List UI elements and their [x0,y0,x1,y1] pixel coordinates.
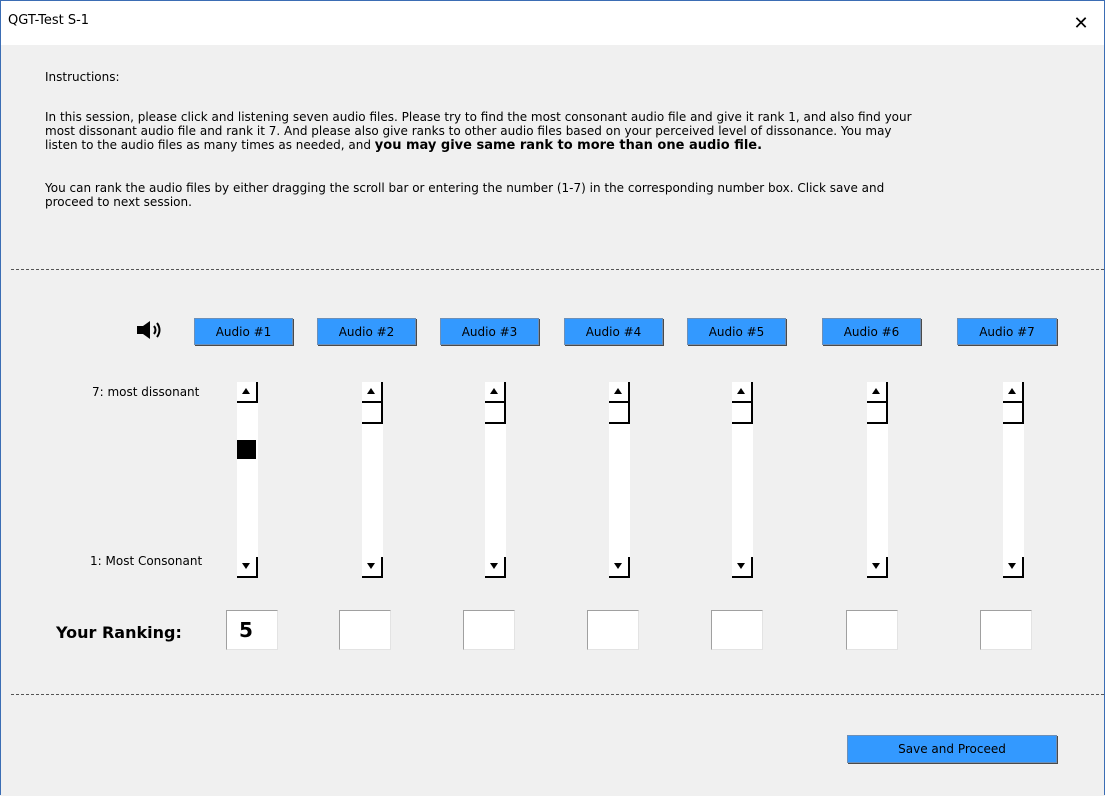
instructions-paragraph-2: You can rank the audio files by either d… [45,181,884,209]
scroll-thumb[interactable] [485,403,506,424]
scale-bottom-label: 1: Most Consonant [90,554,203,568]
instructions-line: most dissonant audio file and rank it 7.… [45,124,892,138]
rank-input-2[interactable] [339,610,391,650]
scroll-up-arrow[interactable] [1003,382,1024,403]
rank-scrollbar-1[interactable] [237,382,258,578]
window-title: QGT-Test S-1 [8,13,90,28]
scroll-thumb[interactable] [732,403,753,424]
dialog-window: QGT-Test S-1 ✕ Instructions: In this ses… [0,0,1105,795]
instructions-line: In this session, please click and listen… [45,110,912,124]
instructions-heading: Instructions: [45,70,120,84]
down-arrow-icon [614,563,622,569]
scroll-up-arrow[interactable] [867,382,888,403]
scroll-up-arrow[interactable] [362,382,383,403]
down-arrow-icon [367,563,375,569]
bottom-divider [11,694,1104,695]
up-arrow-icon [367,388,375,394]
instructions-line: You can rank the audio files by either d… [45,181,885,195]
instructions-line: listen to the audio files as many times … [45,138,912,153]
audio-4-button[interactable]: Audio #4 [564,318,663,345]
rank-scrollbar-4[interactable] [609,382,630,578]
up-arrow-icon [737,388,745,394]
scroll-down-arrow[interactable] [237,557,258,578]
rank-input-1[interactable] [226,610,278,650]
up-arrow-icon [872,388,880,394]
down-arrow-icon [1008,563,1016,569]
title-bar: QGT-Test S-1 ✕ [1,1,1104,45]
scroll-thumb[interactable] [1003,403,1024,424]
your-ranking-label: Your Ranking: [56,623,182,642]
scroll-thumb[interactable] [867,403,888,424]
audio-7-button[interactable]: Audio #7 [957,318,1057,345]
rank-scrollbar-7[interactable] [1003,382,1024,578]
up-arrow-icon [1008,388,1016,394]
up-arrow-icon [614,388,622,394]
instructions-emphasis: you may give same rank to more than one … [374,138,763,153]
rank-scrollbar-6[interactable] [867,382,888,578]
audio-5-button[interactable]: Audio #5 [687,318,786,345]
scroll-thumb[interactable] [609,403,630,424]
down-arrow-icon [490,563,498,569]
rank-input-4[interactable] [587,610,639,650]
instructions-paragraph-1: In this session, please click and listen… [45,110,912,153]
scroll-down-arrow[interactable] [732,557,753,578]
rank-scrollbar-3[interactable] [485,382,506,578]
scroll-up-arrow[interactable] [485,382,506,403]
down-arrow-icon [737,563,745,569]
down-arrow-icon [872,563,880,569]
up-arrow-icon [242,388,250,394]
top-divider [11,269,1104,270]
instructions-text: listen to the audio files as many times … [45,138,375,152]
rank-input-5[interactable] [711,610,763,650]
audio-3-button[interactable]: Audio #3 [440,318,539,345]
scroll-up-arrow[interactable] [237,382,258,403]
audio-2-button[interactable]: Audio #2 [317,318,416,345]
down-arrow-icon [242,563,250,569]
audio-1-button[interactable]: Audio #1 [194,318,293,345]
scale-top-label: 7: most dissonant [92,385,200,399]
scroll-thumb[interactable] [237,440,256,459]
scroll-thumb[interactable] [362,403,383,424]
scroll-down-arrow[interactable] [362,557,383,578]
speaker-icon [136,319,168,341]
close-icon[interactable]: ✕ [1058,1,1104,45]
scroll-down-arrow[interactable] [485,557,506,578]
rank-input-7[interactable] [980,610,1032,650]
rank-scrollbar-2[interactable] [362,382,383,578]
scroll-up-arrow[interactable] [732,382,753,403]
audio-6-button[interactable]: Audio #6 [822,318,921,345]
scroll-down-arrow[interactable] [1003,557,1024,578]
up-arrow-icon [490,388,498,394]
rank-input-6[interactable] [846,610,898,650]
instructions-line: proceed to next session. [45,195,192,209]
scroll-up-arrow[interactable] [609,382,630,403]
rank-input-3[interactable] [463,610,515,650]
rank-scrollbar-5[interactable] [732,382,753,578]
scroll-down-arrow[interactable] [867,557,888,578]
save-and-proceed-button[interactable]: Save and Proceed [847,735,1057,763]
scroll-down-arrow[interactable] [609,557,630,578]
